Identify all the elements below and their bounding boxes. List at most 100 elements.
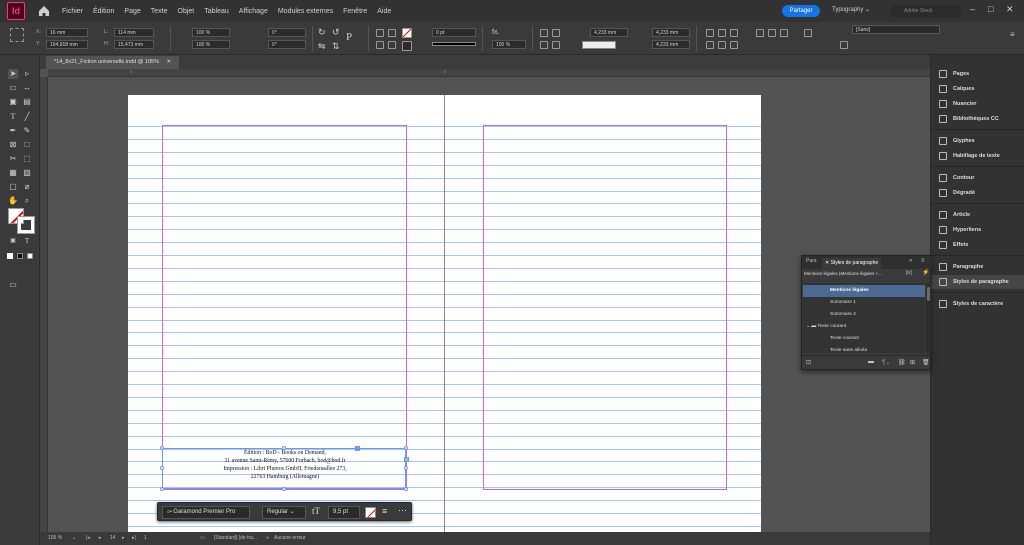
direct-selection-tool-icon[interactable]: ▹ xyxy=(22,69,32,79)
select-content-icon[interactable] xyxy=(388,29,396,37)
next-page-icon[interactable]: ▸ xyxy=(122,535,125,541)
dock-item-bibliotheques[interactable]: Bibliothèques CC xyxy=(931,112,1024,126)
gradient-swatch-tool-icon[interactable]: ▦ xyxy=(8,168,18,178)
style-group-row[interactable]: ⌄ ▬ Texte courant xyxy=(803,321,925,333)
x-field[interactable]: 16 mm xyxy=(46,28,88,37)
menu-fichier[interactable]: Fichier xyxy=(57,8,88,15)
object-style-icon[interactable] xyxy=(840,41,848,49)
prev-page-icon[interactable]: ◂ xyxy=(98,535,101,541)
content-collector-icon[interactable]: ▣ xyxy=(8,97,18,107)
trash-icon[interactable]: 🗑 xyxy=(922,359,930,366)
scale-x-field[interactable]: 100 % xyxy=(192,28,230,37)
opacity-field[interactable]: 100 % xyxy=(492,40,526,49)
frame-handle[interactable] xyxy=(404,466,408,470)
align-top-icon[interactable] xyxy=(706,41,714,49)
out-port-icon[interactable] xyxy=(404,457,409,462)
frame-handle[interactable] xyxy=(160,446,164,450)
menu-tableau[interactable]: Tableau xyxy=(199,8,234,15)
tab-styles-paragraphe[interactable]: ✕ Styles de paragraphe xyxy=(822,258,882,269)
workspace-switcher[interactable]: Typography ⌄ xyxy=(832,6,870,13)
y-field[interactable]: 164,918 mm xyxy=(46,40,88,49)
in-port-icon[interactable] xyxy=(355,446,360,451)
content-placer-icon[interactable]: ▤ xyxy=(22,97,32,107)
styles-scrollbar[interactable] xyxy=(926,283,931,353)
more-options-icon[interactable]: ⋯ xyxy=(398,505,407,516)
eyedropper-tool-icon[interactable]: ⌀ xyxy=(22,182,32,192)
horizontal-ruler[interactable]: 0 0 xyxy=(48,69,930,77)
width-field[interactable]: 114 mm xyxy=(114,28,154,37)
scissors-tool-icon[interactable]: ✂ xyxy=(8,154,18,164)
note-tool-icon[interactable]: ▢ xyxy=(8,182,18,192)
zoom-level[interactable]: 105 % xyxy=(48,535,62,541)
rectangle-tool-icon[interactable]: □ xyxy=(22,140,32,150)
text-frame-p-icon[interactable]: P xyxy=(346,31,352,43)
menu-fenetre[interactable]: Fenêtre xyxy=(338,8,372,15)
align-center-icon[interactable] xyxy=(718,29,726,37)
dimension-field-1[interactable]: 4,233 mm xyxy=(590,28,628,37)
select-next-icon[interactable] xyxy=(388,41,396,49)
dock-item-glyphes[interactable]: Glyphes xyxy=(931,134,1024,148)
scrollbar-thumb[interactable] xyxy=(927,287,930,301)
scale-y-field[interactable]: 100 % xyxy=(192,40,230,49)
page-style[interactable]: [Standard] (de tra... xyxy=(214,535,257,541)
clear-overrides-icon[interactable]: ¶⌄ xyxy=(882,359,890,366)
distribute-center-icon[interactable] xyxy=(780,29,788,37)
dimension-field-2[interactable]: 4,233 mm xyxy=(652,28,690,37)
dock-item-paragraphe[interactable]: Paragraphe xyxy=(931,260,1024,274)
menu-objet[interactable]: Objet xyxy=(173,8,200,15)
pencil-tool-icon[interactable]: ✎ xyxy=(22,126,32,136)
apply-none-icon[interactable] xyxy=(27,253,33,259)
frame-handle[interactable] xyxy=(404,487,408,491)
panel-menu-icon[interactable]: ≡ xyxy=(921,258,925,264)
flip-horizontal-icon[interactable]: ⇋ xyxy=(318,41,326,52)
new-folder-icon[interactable]: ▬ xyxy=(868,359,874,365)
indesign-app-icon[interactable]: Id xyxy=(7,2,25,20)
screen-mode-icon[interactable]: ▭ xyxy=(8,280,18,290)
height-field[interactable]: 15,473 mm xyxy=(114,40,154,49)
align-left-icon[interactable] xyxy=(706,29,714,37)
fill-none-swatch[interactable] xyxy=(402,28,412,38)
stroke-swatch[interactable] xyxy=(402,41,412,51)
rotate-cw-icon[interactable]: ↻ xyxy=(318,27,326,38)
select-previous-icon[interactable] xyxy=(376,41,384,49)
font-size-field[interactable]: 9,5 pt xyxy=(328,506,360,519)
style-row[interactable]: Sommaire 1 xyxy=(803,297,925,309)
dock-item-calques[interactable]: Calques xyxy=(931,82,1024,96)
rotation-field[interactable]: 0° xyxy=(268,28,306,37)
chevron-down-icon[interactable]: ⌄ xyxy=(806,324,810,329)
frame-handle[interactable] xyxy=(160,466,164,470)
align-bottom-icon[interactable] xyxy=(730,41,738,49)
apply-gradient-icon[interactable] xyxy=(17,253,23,259)
pen-tool-icon[interactable]: ✒ xyxy=(8,126,18,136)
dock-item-pages[interactable]: Pages xyxy=(931,67,1024,81)
new-style-icon[interactable]: ⊞ xyxy=(910,359,915,366)
share-button[interactable]: Partager xyxy=(782,5,820,17)
stroke-weight-field[interactable]: 0 pt xyxy=(432,28,476,37)
frame-handle[interactable] xyxy=(160,487,164,491)
gap-tool-icon[interactable]: ↔ xyxy=(22,83,32,93)
dock-item-degrade[interactable]: Dégradé xyxy=(931,186,1024,200)
collapse-panel-icon[interactable]: » xyxy=(909,258,912,264)
flip-vertical-icon[interactable]: ⇅ xyxy=(332,41,340,52)
tab-para[interactable]: Para xyxy=(806,258,817,264)
text-wrap-icon[interactable] xyxy=(540,41,548,49)
select-container-icon[interactable] xyxy=(376,29,384,37)
gradient-feather-tool-icon[interactable]: ▧ xyxy=(22,168,32,178)
paragraph-align-icon[interactable]: ≡ xyxy=(382,506,387,516)
menu-texte[interactable]: Texte xyxy=(146,8,173,15)
quick-apply-icon[interactable] xyxy=(804,29,812,37)
hand-tool-icon[interactable]: ✋ xyxy=(8,196,18,206)
frame-handle[interactable] xyxy=(404,446,408,450)
dock-item-article[interactable]: Article xyxy=(931,208,1024,222)
effects-fx-icon[interactable]: fx. xyxy=(492,29,499,36)
align-right-icon[interactable] xyxy=(730,29,738,37)
font-style-field[interactable]: Regular ⌄ xyxy=(262,506,306,519)
type-tool-icon[interactable]: T xyxy=(8,112,18,122)
rectangle-frame-tool-icon[interactable]: ⊠ xyxy=(8,140,18,150)
distribute-h-icon[interactable] xyxy=(756,29,764,37)
close-icon[interactable]: ✕ xyxy=(1006,4,1014,15)
formatting-container-icon[interactable]: ▣ xyxy=(8,236,18,246)
new-style-group-icon[interactable]: [≡] xyxy=(906,270,912,276)
document-tab[interactable]: *14_8x21_Fiction universelle.indd @ 105%… xyxy=(46,56,180,69)
corner-shape-selector[interactable] xyxy=(582,41,616,49)
